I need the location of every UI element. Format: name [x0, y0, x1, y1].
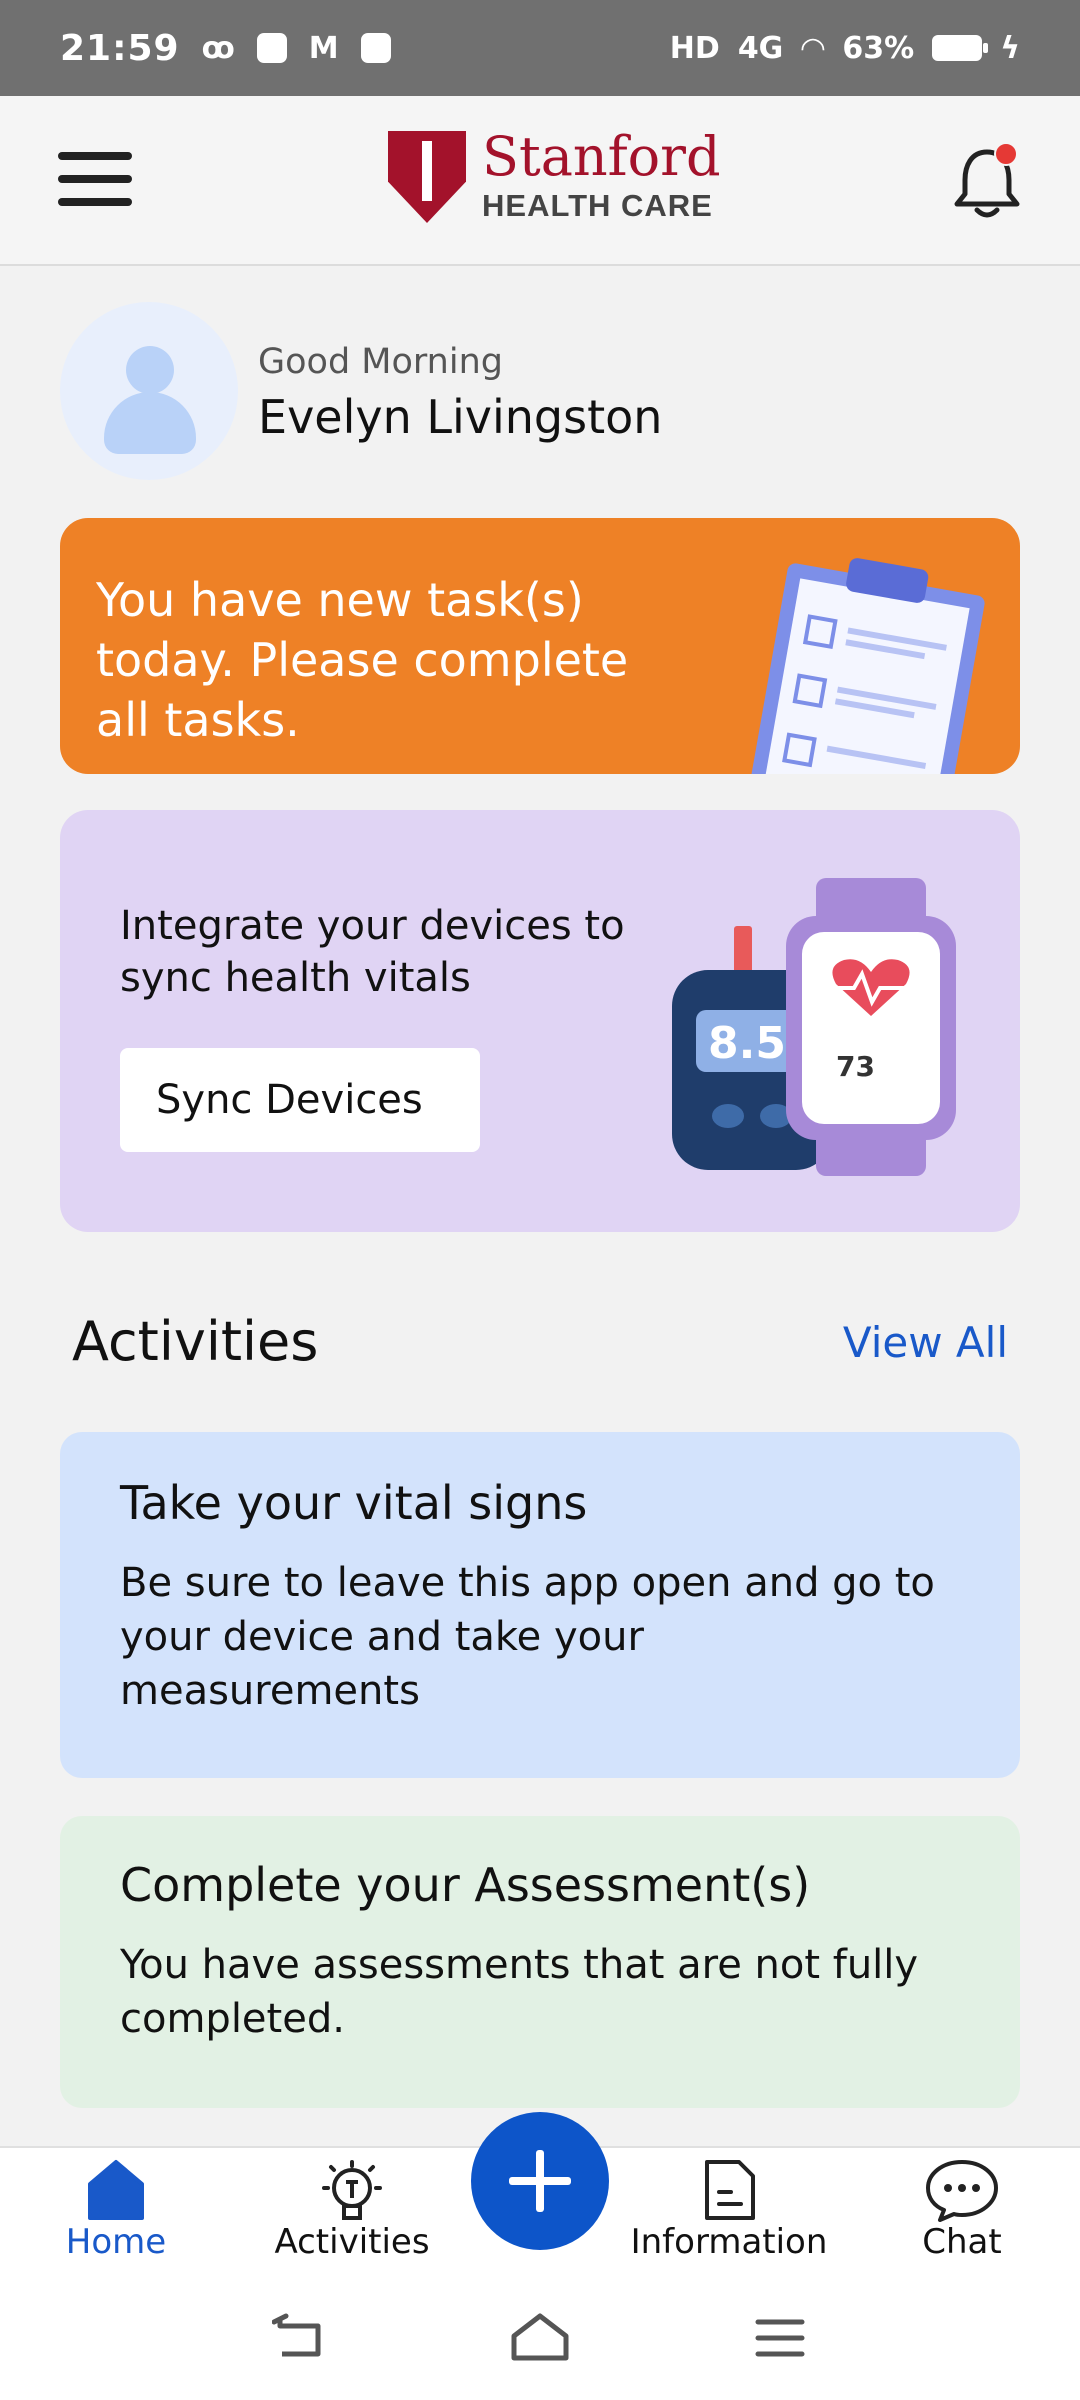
brand-subtitle: HEALTH CARE [482, 188, 713, 223]
clipboard-icon [748, 558, 985, 774]
greeting-salutation: Good Morning [258, 342, 503, 382]
heart-rate-reading: 73 [836, 1050, 875, 1083]
activity-card-assessments[interactable]: Complete your Assessment(s) You have ass… [60, 1816, 1020, 2108]
activity-title: Take your vital signs [120, 1476, 588, 1530]
nav-information[interactable]: Information [626, 2158, 832, 2262]
sync-devices-card: Integrate your devices to sync health vi… [60, 810, 1020, 1232]
brand-name: Stanford [482, 125, 721, 188]
recents-menu-icon[interactable] [752, 2312, 808, 2362]
glucose-reading: 8.5 [708, 1018, 786, 1069]
lightbulb-icon [322, 2160, 382, 2220]
task-banner-text: You have new task(s) today. Please compl… [96, 573, 629, 747]
view-all-link[interactable]: View All [843, 1318, 1008, 1367]
task-banner[interactable]: You have new task(s) today. Please compl… [60, 518, 1020, 774]
nav-home[interactable]: Home [56, 2158, 176, 2262]
menu-icon[interactable] [58, 152, 132, 208]
add-button[interactable] [471, 2112, 609, 2250]
activity-title: Complete your Assessment(s) [120, 1858, 811, 1912]
activities-heading: Activities [72, 1310, 319, 1373]
chat-bubble-icon [926, 2160, 998, 2222]
notification-dot [994, 142, 1018, 166]
battery-icon [932, 35, 989, 61]
nav-label: Chat [922, 2222, 1002, 2262]
shield-icon [388, 131, 466, 223]
activity-description: You have assessments that are not fully … [120, 1942, 919, 2042]
system-navigation [0, 2272, 1080, 2400]
health-devices-illustration: 8.5 73 [672, 878, 956, 1176]
charging-icon: ϟ [1000, 30, 1020, 66]
avatar[interactable] [60, 302, 238, 480]
network-label: 4G [737, 30, 784, 66]
status-bar: 21:59 ꝏ M HD 4G ◠ 63% ϟ [0, 0, 1080, 96]
notification-bell-icon[interactable] [953, 142, 1021, 222]
hd-signal-icon: HD [669, 30, 720, 66]
home-system-icon[interactable] [510, 2312, 570, 2362]
home-icon [88, 2160, 144, 2220]
app-header: Stanford HEALTH CARE [0, 96, 1080, 266]
sync-card-text: Integrate your devices to sync health vi… [120, 903, 625, 1001]
activity-description: Be sure to leave this app open and go to… [120, 1560, 935, 1714]
gmail-icon: M [308, 30, 339, 66]
app-notification-icon [256, 33, 287, 63]
message-notification-icon [360, 33, 391, 63]
battery-percent: 63% [842, 30, 915, 66]
stanford-logo: Stanford HEALTH CARE [388, 130, 721, 224]
nav-label: Information [630, 2222, 828, 2262]
wifi-icon: ◠ [801, 30, 825, 66]
status-time: 21:59 [60, 27, 180, 69]
back-icon[interactable] [272, 2312, 328, 2362]
sync-devices-button[interactable]: Sync Devices [120, 1048, 480, 1152]
nav-chat[interactable]: Chat [904, 2158, 1020, 2262]
voicemail-icon: ꝏ [201, 30, 235, 66]
nav-label: Activities [274, 2222, 430, 2262]
user-name: Evelyn Livingston [258, 390, 663, 444]
document-icon [705, 2160, 755, 2220]
activity-card-vitals[interactable]: Take your vital signs Be sure to leave t… [60, 1432, 1020, 1778]
nav-activities[interactable]: Activities [272, 2158, 432, 2262]
nav-label: Home [65, 2222, 167, 2262]
